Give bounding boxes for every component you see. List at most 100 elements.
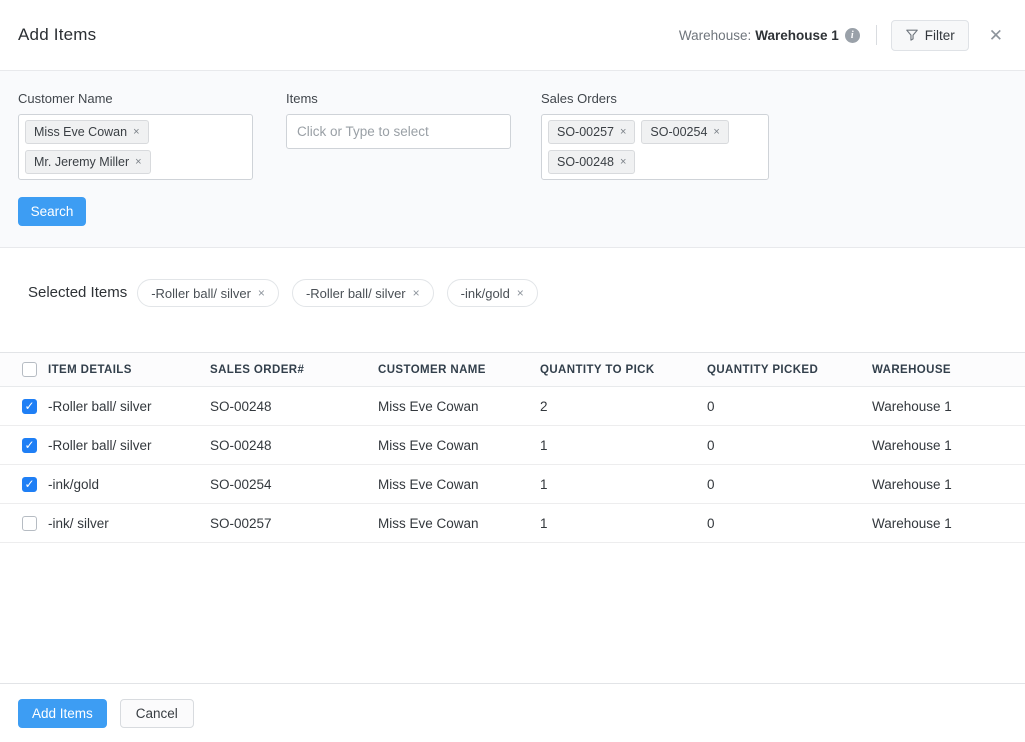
page-title: Add Items (18, 25, 96, 45)
filter-panel: Customer Name Miss Eve Cowan×Mr. Jeremy … (0, 70, 1025, 248)
table-row: -Roller ball/ silverSO-00248Miss Eve Cow… (0, 426, 1025, 465)
header-right: Warehouse: Warehouse 1 i Filter ✕ (679, 20, 1007, 51)
checkbox-cell (0, 504, 48, 543)
remove-icon[interactable]: × (133, 126, 139, 138)
item-details-cell: -Roller ball/ silver (48, 426, 210, 465)
select-all-checkbox[interactable] (22, 362, 37, 377)
warehouse-label: Warehouse: (679, 28, 751, 43)
table-row: -ink/goldSO-00254Miss Eve Cowan10Warehou… (0, 465, 1025, 504)
table-row: -Roller ball/ silverSO-00248Miss Eve Cow… (0, 387, 1025, 426)
sales-order-tag: SO-00257 × (548, 120, 635, 144)
remove-icon[interactable]: × (713, 126, 719, 138)
tag-label: SO-00254 (650, 125, 707, 139)
cancel-button[interactable]: Cancel (120, 699, 194, 728)
warehouse-cell: Warehouse 1 (872, 426, 1025, 465)
chip-label: -Roller ball/ silver (306, 286, 406, 301)
tag-label: Miss Eve Cowan (34, 125, 127, 139)
chip-label: -Roller ball/ silver (151, 286, 251, 301)
sales-orders-field-group: Sales Orders SO-00257 × SO-00254 × SO-00248 × (541, 91, 769, 180)
items-input[interactable] (286, 114, 511, 149)
customer-name-label: Customer Name (18, 91, 286, 106)
add-items-button[interactable]: Add Items (18, 699, 107, 728)
filter-icon (905, 28, 919, 42)
warehouse-cell: Warehouse 1 (872, 504, 1025, 543)
info-icon[interactable]: i (845, 28, 860, 43)
tag-label: SO-00248 (557, 155, 614, 169)
selected-item-chip: -Roller ball/ silver × (137, 279, 279, 307)
items-label: Items (286, 91, 511, 106)
header-divider (876, 25, 877, 45)
modal-header: Add Items Warehouse: Warehouse 1 i Filte… (0, 0, 1025, 70)
panel-fields: Customer Name Miss Eve Cowan×Mr. Jeremy … (18, 91, 1007, 180)
items-table: ITEM DETAILS SALES ORDER# CUSTOMER NAME … (0, 352, 1025, 543)
warehouse-value: Warehouse 1 (755, 28, 839, 43)
quantity-picked-cell: 0 (707, 426, 872, 465)
quantity-to-pick-cell: 1 (540, 465, 707, 504)
checkbox-cell (0, 465, 48, 504)
sales-order-cell: SO-00257 (210, 504, 378, 543)
table-header-row: ITEM DETAILS SALES ORDER# CUSTOMER NAME … (0, 353, 1025, 387)
close-icon[interactable]: ✕ (985, 25, 1007, 46)
sales-order-tag: SO-00254 × (641, 120, 728, 144)
item-details-cell: -ink/ silver (48, 504, 210, 543)
selected-items-label: Selected Items (28, 279, 127, 307)
row-checkbox[interactable] (22, 516, 37, 531)
row-checkbox[interactable] (22, 477, 37, 492)
quantity-to-pick-cell: 1 (540, 504, 707, 543)
quantity-to-pick-cell: 2 (540, 387, 707, 426)
column-header-quantity-picked: QUANTITY PICKED (707, 353, 872, 387)
warehouse-cell: Warehouse 1 (872, 465, 1025, 504)
row-checkbox[interactable] (22, 399, 37, 414)
remove-icon[interactable]: × (135, 156, 141, 168)
remove-icon[interactable]: × (620, 156, 626, 168)
sales-order-tag: SO-00248 × (548, 150, 635, 174)
sales-orders-label: Sales Orders (541, 91, 769, 106)
column-header-sales-order: SALES ORDER# (210, 353, 378, 387)
customer-name-cell: Miss Eve Cowan (378, 504, 540, 543)
warehouse-cell: Warehouse 1 (872, 387, 1025, 426)
column-header-quantity-to-pick: QUANTITY TO PICK (540, 353, 707, 387)
row-checkbox[interactable] (22, 438, 37, 453)
search-button[interactable]: Search (18, 197, 86, 226)
remove-icon[interactable]: × (517, 286, 524, 300)
add-items-modal: Add Items Warehouse: Warehouse 1 i Filte… (0, 0, 1025, 742)
selected-item-chip: -ink/gold × (447, 279, 538, 307)
selected-item-chip: -Roller ball/ silver × (292, 279, 434, 307)
quantity-picked-cell: 0 (707, 504, 872, 543)
checkbox-cell (0, 387, 48, 426)
item-details-cell: -Roller ball/ silver (48, 387, 210, 426)
filter-button[interactable]: Filter (891, 20, 969, 51)
chip-label: -ink/gold (461, 286, 510, 301)
remove-icon[interactable]: × (413, 286, 420, 300)
table-row: -ink/ silverSO-00257Miss Eve Cowan10Ware… (0, 504, 1025, 543)
modal-footer: Add Items Cancel (0, 683, 1025, 742)
tag-label: SO-00257 (557, 125, 614, 139)
customer-tag: Miss Eve Cowan × (25, 120, 149, 144)
selected-items-chips: -Roller ball/ silver×-Roller ball/ silve… (137, 279, 538, 307)
customer-name-cell: Miss Eve Cowan (378, 387, 540, 426)
customer-multiselect[interactable]: Miss Eve Cowan × Mr. Jeremy Miller × (18, 114, 253, 180)
items-field-group: Items (286, 91, 511, 180)
customer-name-cell: Miss Eve Cowan (378, 426, 540, 465)
quantity-picked-cell: 0 (707, 465, 872, 504)
column-header-item-details: ITEM DETAILS (48, 353, 210, 387)
sales-order-cell: SO-00248 (210, 387, 378, 426)
selected-items-row: Selected Items -Roller ball/ silver×-Rol… (0, 248, 1025, 352)
filter-button-label: Filter (925, 28, 955, 43)
quantity-to-pick-cell: 1 (540, 426, 707, 465)
customer-tag: Mr. Jeremy Miller × (25, 150, 151, 174)
item-details-cell: -ink/gold (48, 465, 210, 504)
customer-name-cell: Miss Eve Cowan (378, 465, 540, 504)
sales-orders-multiselect[interactable]: SO-00257 × SO-00254 × SO-00248 × (541, 114, 769, 180)
table-spacer (0, 543, 1025, 683)
sales-order-cell: SO-00248 (210, 426, 378, 465)
column-header-customer-name: CUSTOMER NAME (378, 353, 540, 387)
quantity-picked-cell: 0 (707, 387, 872, 426)
remove-icon[interactable]: × (620, 126, 626, 138)
sales-order-cell: SO-00254 (210, 465, 378, 504)
tag-label: Mr. Jeremy Miller (34, 155, 129, 169)
column-header-warehouse: WAREHOUSE (872, 353, 1025, 387)
customer-field-group: Customer Name Miss Eve Cowan×Mr. Jeremy … (18, 91, 286, 180)
checkbox-cell (0, 426, 48, 465)
remove-icon[interactable]: × (258, 286, 265, 300)
